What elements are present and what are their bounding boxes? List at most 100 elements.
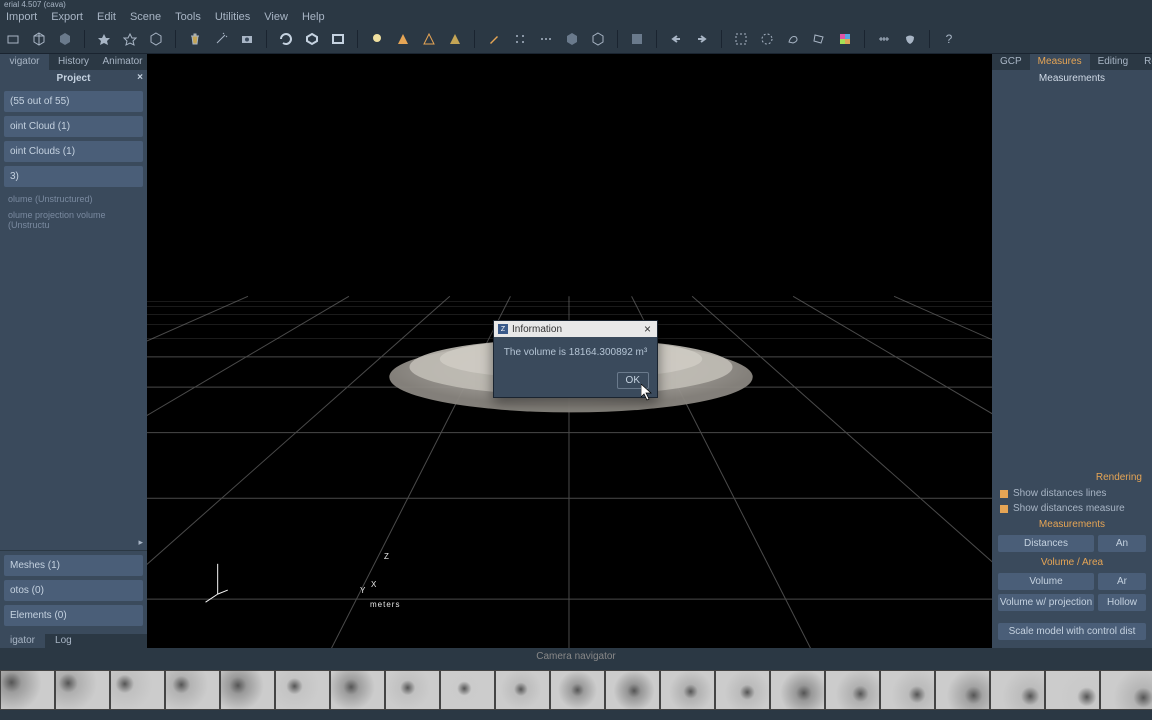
thumbnail[interactable] — [825, 670, 880, 710]
tree-item-texmeshes[interactable]: Meshes (1) — [4, 555, 143, 576]
dots2-icon[interactable] — [537, 30, 555, 48]
area-button[interactable]: Ar — [1098, 573, 1146, 590]
tool-1-icon[interactable] — [4, 30, 22, 48]
thumbnail[interactable] — [110, 670, 165, 710]
cube5-icon[interactable] — [589, 30, 607, 48]
tree-item-orthos[interactable]: otos (0) — [4, 580, 143, 601]
tree-item-meshes[interactable]: 3) — [4, 166, 143, 187]
dots1-icon[interactable] — [511, 30, 529, 48]
project-header: Project × — [0, 70, 147, 87]
bulb-icon[interactable] — [368, 30, 386, 48]
cube3-icon[interactable] — [147, 30, 165, 48]
chk-distances-measure-label: Show distances measure — [1013, 503, 1125, 514]
rect-icon[interactable] — [329, 30, 347, 48]
tab-animator[interactable]: Animator — [98, 54, 147, 70]
lasso-poly-icon[interactable] — [810, 30, 828, 48]
lasso-circ-icon[interactable] — [758, 30, 776, 48]
thumbnail[interactable] — [330, 670, 385, 710]
volume-button[interactable]: Volume — [998, 573, 1094, 590]
hollow-button[interactable]: Hollow — [1098, 594, 1146, 611]
window-title: erial 4.507 (cava) — [0, 0, 1152, 9]
tab-reg[interactable]: Reg — [1136, 54, 1152, 70]
wand-icon[interactable] — [212, 30, 230, 48]
ruler-icon[interactable] — [875, 30, 893, 48]
menu-export[interactable]: Export — [51, 11, 83, 23]
thumbnail[interactable] — [715, 670, 770, 710]
tree-sub-volumeproj[interactable]: olume projection volume (Unstructu — [4, 207, 143, 233]
thumbnail[interactable] — [935, 670, 990, 710]
dialog-ok-button[interactable]: OK — [617, 372, 649, 389]
trash-icon[interactable] — [186, 30, 204, 48]
thumbnail[interactable] — [990, 670, 1045, 710]
thumbnail[interactable] — [550, 670, 605, 710]
tab-nav-bottom[interactable]: igator — [0, 634, 45, 648]
chk-distances-lines[interactable]: Show distances lines — [992, 486, 1152, 501]
tab-navigator[interactable]: vigator — [0, 54, 49, 70]
dialog-close-button[interactable]: × — [642, 322, 653, 336]
menu-utilities[interactable]: Utilities — [215, 11, 250, 23]
thumbnail[interactable] — [660, 670, 715, 710]
grid-icon[interactable] — [628, 30, 646, 48]
checkbox-icon — [1000, 505, 1008, 513]
distances-button[interactable]: Distances — [998, 535, 1094, 552]
star1-icon[interactable] — [95, 30, 113, 48]
menu-scene[interactable]: Scene — [130, 11, 161, 23]
lasso-rect-icon[interactable] — [732, 30, 750, 48]
pencil-icon[interactable] — [485, 30, 503, 48]
tab-measures[interactable]: Measures — [1030, 54, 1090, 70]
thumbnail[interactable] — [0, 670, 55, 710]
dialog-titlebar[interactable]: Z Information × — [494, 321, 657, 337]
help-icon[interactable]: ? — [940, 30, 958, 48]
tree-item-densepointclouds[interactable]: oint Clouds (1) — [4, 141, 143, 162]
thumbnail[interactable] — [880, 670, 935, 710]
thumbnail[interactable] — [165, 670, 220, 710]
lasso-free-icon[interactable] — [784, 30, 802, 48]
checkbox-icon — [1000, 490, 1008, 498]
tab-editing[interactable]: Editing — [1090, 54, 1137, 70]
thumbnail[interactable] — [220, 670, 275, 710]
thumbnail[interactable] — [495, 670, 550, 710]
reload-icon[interactable] — [277, 30, 295, 48]
tree-sub-volume[interactable]: olume (Unstructured) — [4, 191, 143, 207]
menu-tools[interactable]: Tools — [175, 11, 201, 23]
tree-item-elements[interactable]: Elements (0) — [4, 605, 143, 626]
scale-model-button[interactable]: Scale model with control dist — [998, 623, 1146, 640]
close-icon[interactable]: × — [137, 72, 143, 83]
menu-view[interactable]: View — [264, 11, 288, 23]
volume-projection-button[interactable]: Volume w/ projection — [998, 594, 1094, 611]
thumbnail[interactable] — [1045, 670, 1100, 710]
thumbnail[interactable] — [275, 670, 330, 710]
tab-history[interactable]: History — [49, 54, 98, 70]
thumbnail[interactable] — [385, 670, 440, 710]
tree-item-images[interactable]: (55 out of 55) — [4, 91, 143, 112]
warn2-icon[interactable] — [420, 30, 438, 48]
menu-help[interactable]: Help — [302, 11, 325, 23]
measurements-header: Measurements — [992, 70, 1152, 87]
cube4-icon[interactable] — [563, 30, 581, 48]
tree-item-pointcloud[interactable]: oint Cloud (1) — [4, 116, 143, 137]
warn3-icon[interactable] — [446, 30, 464, 48]
camera-navigator-header: Camera navigator — [0, 648, 1152, 666]
tree-header-toggle[interactable]: ▸ — [0, 535, 147, 550]
camera-icon[interactable] — [238, 30, 256, 48]
chk-distances-measure[interactable]: Show distances measure — [992, 501, 1152, 516]
thumbnail[interactable] — [1100, 670, 1152, 710]
tab-gcp[interactable]: GCP — [992, 54, 1030, 70]
star2-icon[interactable] — [121, 30, 139, 48]
menu-import[interactable]: Import — [6, 11, 37, 23]
redo-icon[interactable] — [693, 30, 711, 48]
thumbnail[interactable] — [55, 670, 110, 710]
hex-icon[interactable] — [303, 30, 321, 48]
tab-log[interactable]: Log — [45, 634, 82, 648]
undo-icon[interactable] — [667, 30, 685, 48]
warn1-icon[interactable] — [394, 30, 412, 48]
cube-icon[interactable] — [30, 30, 48, 48]
thumbnail[interactable] — [770, 670, 825, 710]
thumbnail[interactable] — [605, 670, 660, 710]
angles-button[interactable]: An — [1098, 535, 1146, 552]
cube2-icon[interactable] — [56, 30, 74, 48]
mask-icon[interactable] — [901, 30, 919, 48]
menu-edit[interactable]: Edit — [97, 11, 116, 23]
color-icon[interactable] — [836, 30, 854, 48]
thumbnail[interactable] — [440, 670, 495, 710]
